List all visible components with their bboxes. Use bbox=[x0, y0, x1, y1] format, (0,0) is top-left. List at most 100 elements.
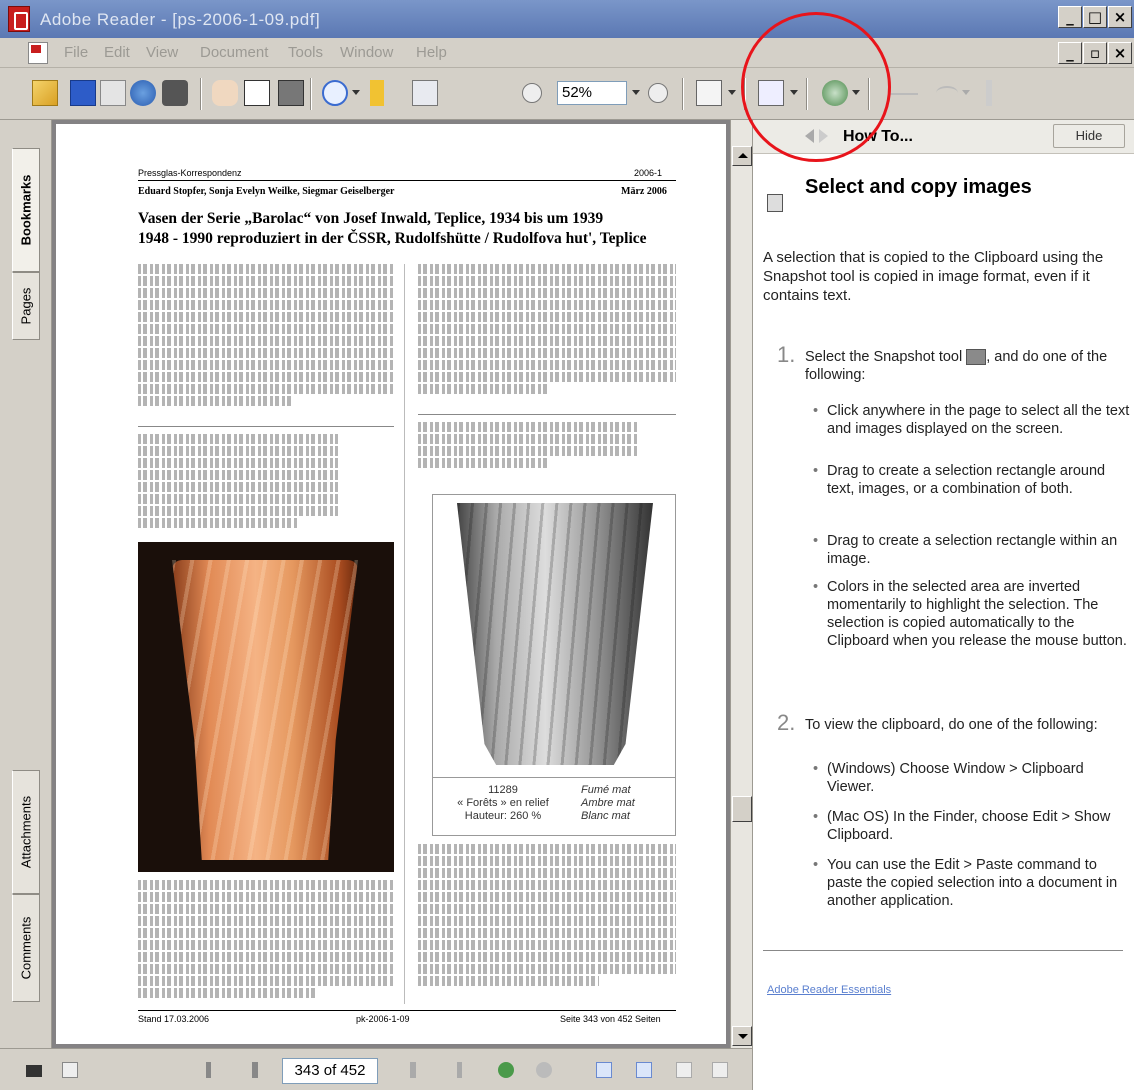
zoom-dropdown-chevron-icon[interactable] bbox=[632, 90, 640, 95]
image-caption-left bbox=[138, 434, 338, 534]
article-title-line2: 1948 - 1990 reproduziert in der ČSSR, Ru… bbox=[138, 230, 647, 247]
authors: Eduard Stopfer, Sonja Evelyn Weilke, Sie… bbox=[138, 186, 395, 197]
first-page-icon[interactable] bbox=[206, 1062, 222, 1078]
toolbar-separator bbox=[310, 78, 312, 110]
date: März 2006 bbox=[621, 186, 667, 197]
zoom-out-icon[interactable] bbox=[522, 83, 542, 103]
step-2-bullet: You can use the Edit > Paste command to … bbox=[813, 856, 1133, 910]
zoom-in-icon[interactable] bbox=[648, 83, 668, 103]
adobe-reader-window: Adobe Reader - [ps-2006-1-09.pdf] _ □ × … bbox=[0, 0, 1134, 1090]
disabled-tool-icon bbox=[888, 93, 918, 95]
menu-view[interactable]: View bbox=[146, 44, 178, 61]
illustration-caption-right: Fumé mat Ambre mat Blanc mat bbox=[581, 784, 635, 822]
zoom-in-tool-icon[interactable] bbox=[322, 80, 348, 106]
next-view-icon[interactable] bbox=[536, 1062, 552, 1078]
hand-tool-icon[interactable] bbox=[212, 80, 238, 106]
print-icon[interactable] bbox=[100, 80, 126, 106]
document-scrollbar[interactable] bbox=[730, 120, 752, 1048]
page-number-input[interactable]: 343 of 452 bbox=[282, 1058, 378, 1084]
toolbar-separator bbox=[682, 78, 684, 110]
status-bar: 343 of 452 bbox=[0, 1048, 752, 1090]
topic-heading: Select and copy images bbox=[805, 176, 1032, 198]
menu-bar: File Edit View Document Tools Window Hel… bbox=[0, 38, 1134, 68]
select-text-tool-icon[interactable] bbox=[244, 80, 270, 106]
adobe-reader-app-icon bbox=[8, 6, 30, 32]
step-2-bullet: (Windows) Choose Window > Clipboard View… bbox=[813, 760, 1133, 796]
image-caption-right bbox=[418, 422, 638, 470]
single-page-icon[interactable] bbox=[596, 1062, 612, 1078]
open-icon[interactable] bbox=[32, 80, 58, 106]
snapshot-tool-icon bbox=[966, 349, 987, 366]
tab-attachments[interactable]: Attachments bbox=[12, 770, 40, 894]
last-page-icon[interactable] bbox=[446, 1062, 462, 1078]
how-to-pane: How To... Hide Select and copy images A … bbox=[752, 120, 1134, 1090]
tab-attachments-label: Attachments bbox=[18, 795, 34, 869]
right-column-text bbox=[418, 264, 676, 404]
doc-close-button[interactable]: × bbox=[1108, 42, 1132, 64]
step-1-bullet: Colors in the selected area are inverted… bbox=[813, 578, 1133, 650]
menu-document[interactable]: Document bbox=[200, 44, 268, 61]
step-1-text-a: Select the Snapshot tool bbox=[805, 349, 963, 365]
maximize-button[interactable]: □ bbox=[1083, 6, 1107, 28]
illustration-caption-left: 11289 « Forêts » en relief Hauteur: 260 … bbox=[457, 784, 549, 822]
minimize-button[interactable]: _ bbox=[1058, 6, 1082, 28]
step-1-bullet: Drag to create a selection rectangle aro… bbox=[813, 462, 1133, 498]
close-button[interactable]: × bbox=[1108, 6, 1132, 28]
menu-tools[interactable]: Tools bbox=[288, 44, 323, 61]
page-header-right: 2006-1 bbox=[634, 168, 663, 178]
facing-icon[interactable] bbox=[676, 1062, 692, 1078]
tab-pages[interactable]: Pages bbox=[12, 272, 40, 340]
document-viewport[interactable]: Pressglas-Korrespondenz 2006-1 Eduard St… bbox=[52, 120, 730, 1048]
doc-restore-button[interactable]: ▫ bbox=[1083, 42, 1107, 64]
annotation-circle bbox=[741, 12, 891, 162]
scrollbar-thumb[interactable] bbox=[732, 796, 752, 822]
column-divider bbox=[404, 264, 405, 1004]
disabled-tool-icon bbox=[936, 86, 958, 100]
menu-window[interactable]: Window bbox=[340, 44, 393, 61]
step-1-bullet: Click anywhere in the page to select all… bbox=[813, 402, 1133, 438]
menu-edit[interactable]: Edit bbox=[104, 44, 130, 61]
left-column-text bbox=[138, 264, 394, 420]
actual-size-icon[interactable] bbox=[370, 80, 384, 106]
step-1-text: Select the Snapshot tool , and do one of… bbox=[805, 348, 1121, 384]
chevron-down-icon[interactable] bbox=[728, 90, 736, 95]
chevron-down-icon[interactable] bbox=[352, 90, 360, 95]
menu-help[interactable]: Help bbox=[416, 44, 447, 61]
continuous-facing-icon[interactable] bbox=[712, 1062, 728, 1078]
email-icon[interactable] bbox=[130, 80, 156, 106]
toolbar-grip bbox=[986, 80, 992, 106]
page-footer-center: pk-2006-1-09 bbox=[356, 1014, 410, 1024]
page-header-left: Pressglas-Korrespondenz bbox=[138, 168, 242, 178]
continuous-icon[interactable] bbox=[636, 1062, 652, 1078]
page-footer-left: Stand 17.03.2006 bbox=[138, 1014, 210, 1024]
page-footer-right: Seite 343 von 452 Seiten bbox=[560, 1014, 661, 1024]
column-rule bbox=[138, 426, 394, 427]
tab-bookmarks[interactable]: Bookmarks bbox=[12, 148, 40, 272]
fit-width-icon[interactable] bbox=[412, 80, 438, 106]
tab-comments[interactable]: Comments bbox=[12, 894, 40, 1002]
previous-view-icon[interactable] bbox=[498, 1062, 514, 1078]
title-bar: Adobe Reader - [ps-2006-1-09.pdf] _ □ × bbox=[0, 0, 1134, 38]
doc-minimize-button[interactable]: _ bbox=[1058, 42, 1082, 64]
next-page-icon[interactable] bbox=[408, 1062, 416, 1078]
previous-page-icon[interactable] bbox=[252, 1062, 260, 1078]
column-rule bbox=[418, 414, 676, 415]
search-icon[interactable] bbox=[162, 80, 188, 106]
scroll-down-button[interactable] bbox=[732, 1026, 752, 1046]
menu-file[interactable]: File bbox=[64, 44, 88, 61]
document-icon[interactable] bbox=[28, 42, 48, 64]
zoom-level-input[interactable]: 52% bbox=[557, 81, 627, 105]
hide-button[interactable]: Hide bbox=[1053, 124, 1125, 148]
reader-essentials-link[interactable]: Adobe Reader Essentials bbox=[767, 984, 891, 996]
rotate-view-icon[interactable] bbox=[696, 80, 722, 106]
page-layout-icon[interactable] bbox=[26, 1065, 42, 1077]
step-2-bullet: (Mac OS) In the Finder, choose Edit > Sh… bbox=[813, 808, 1133, 844]
scroll-up-button[interactable] bbox=[732, 146, 752, 166]
pdf-page[interactable]: Pressglas-Korrespondenz 2006-1 Eduard St… bbox=[56, 124, 726, 1044]
snapshot-tool-icon[interactable] bbox=[278, 80, 304, 106]
save-icon[interactable] bbox=[70, 80, 96, 106]
how-to-divider bbox=[763, 950, 1123, 951]
page-size-icon[interactable] bbox=[62, 1062, 78, 1078]
window-title: Adobe Reader - [ps-2006-1-09.pdf] bbox=[40, 10, 321, 29]
snapshot-topic-icon bbox=[767, 194, 783, 212]
